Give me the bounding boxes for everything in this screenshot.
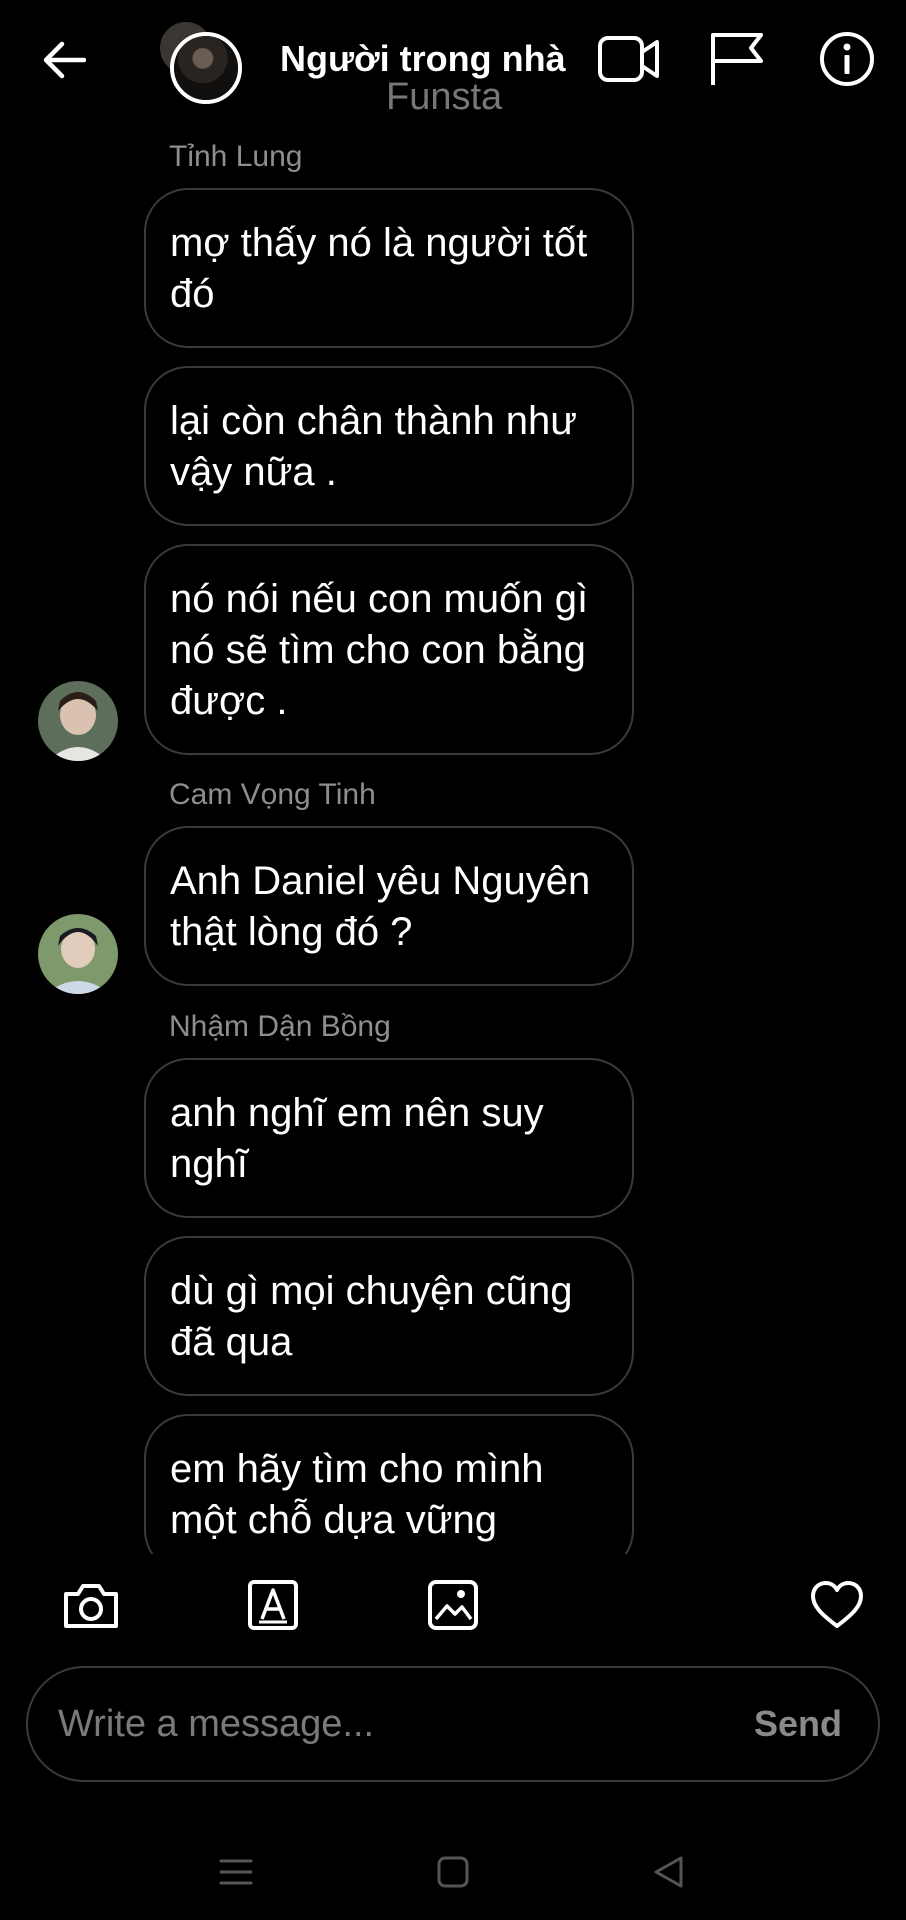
avatar [170, 32, 242, 104]
message-bubble[interactable]: nó nói nếu con muốn gì nó sẽ tìm cho con… [144, 544, 634, 755]
message-bubble[interactable]: lại còn chân thành như vậy nữa . [144, 366, 634, 526]
chat-header: Người trong nhà Funsta [0, 0, 906, 132]
recent-apps-button[interactable] [206, 1842, 266, 1902]
message-composer: Send [26, 1666, 880, 1782]
text-style-icon [248, 1580, 298, 1630]
message-toolbar [0, 1570, 906, 1646]
message-bubble[interactable]: mợ thấy nó là người tốt đó [144, 188, 634, 348]
back-arrow-icon [43, 41, 86, 79]
heart-icon [811, 1581, 863, 1628]
video-call-button[interactable] [594, 26, 664, 92]
system-nav-bar [0, 1820, 906, 1920]
message-bubble[interactable]: dù gì mọi chuyện cũng đã qua [144, 1236, 634, 1396]
home-button[interactable] [423, 1842, 483, 1902]
flag-icon [711, 33, 763, 85]
group-avatar[interactable] [158, 20, 246, 106]
home-square-icon [437, 1856, 469, 1888]
chat-subtitle: Funsta [386, 76, 503, 118]
video-call-icon [598, 36, 659, 82]
chat-title[interactable]: Người trong nhà [280, 38, 566, 80]
avatar[interactable] [38, 681, 118, 761]
message-bubble[interactable]: Anh Daniel yêu Nguyên thật lòng đó ? [144, 826, 634, 986]
gallery-icon [428, 1580, 478, 1630]
sender-name: Tỉnh Lung [169, 140, 303, 173]
message-list[interactable]: Tỉnh Lung mợ thấy nó là người tốt đó lại… [0, 132, 906, 1554]
back-button[interactable] [36, 30, 92, 90]
info-icon [820, 32, 874, 86]
menu-icon [219, 1859, 253, 1885]
gallery-button[interactable] [418, 1570, 488, 1640]
message-bubble[interactable]: anh nghĩ em nên suy nghĩ [144, 1058, 634, 1218]
text-style-button[interactable] [238, 1570, 308, 1640]
report-button[interactable] [702, 26, 772, 92]
avatar[interactable] [38, 914, 118, 994]
system-back-button[interactable] [638, 1842, 698, 1902]
send-button[interactable]: Send [754, 1668, 842, 1780]
sender-name: Cam Vọng Tinh [169, 778, 376, 811]
camera-icon [64, 1584, 118, 1628]
message-bubble[interactable]: em hãy tìm cho mình một chỗ dựa vững [144, 1414, 634, 1554]
back-triangle-icon [654, 1856, 683, 1888]
like-button[interactable] [802, 1570, 872, 1640]
message-input[interactable] [58, 1668, 718, 1780]
info-button[interactable] [812, 26, 882, 92]
camera-button[interactable] [56, 1570, 126, 1640]
sender-name: Nhậm Dận Bồng [169, 1010, 391, 1043]
